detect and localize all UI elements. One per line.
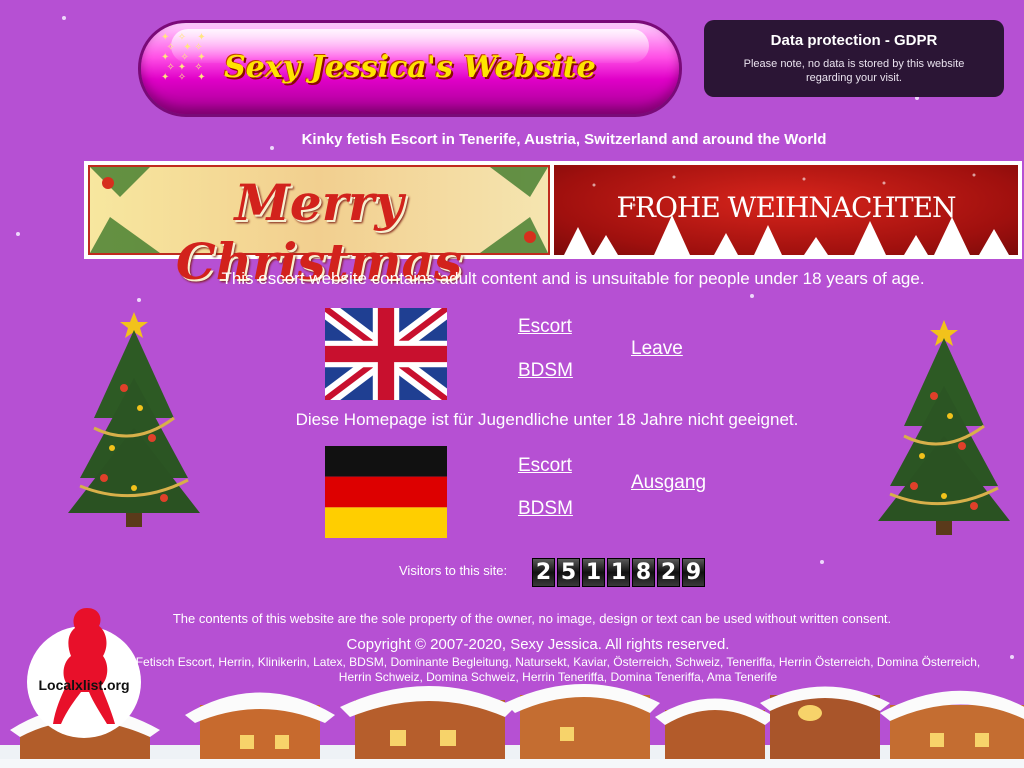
gdpr-notice: Data protection - GDPR Please note, no d…: [704, 20, 1004, 97]
leave-link-english[interactable]: Leave: [631, 338, 683, 360]
visitors-label: Visitors to this site:: [399, 563, 508, 578]
tagline: Kinky fetish Escort in Tenerife, Austria…: [301, 131, 827, 148]
counter-digit: 1: [607, 558, 630, 587]
localxlist-logo[interactable]: Localxlist.org: [27, 606, 142, 738]
age-warning-english: This escort website contains adult conte…: [221, 269, 925, 288]
christmas-banner: Merry Christmas FROHE WEIHNACHTEN: [84, 161, 1022, 291]
merry-christmas-panel: Merry Christmas: [88, 165, 550, 291]
bdsm-link-english[interactable]: BDSM: [518, 360, 573, 382]
counter-digit: 2: [657, 558, 680, 587]
leave-link-german[interactable]: Ausgang: [631, 472, 706, 494]
bdsm-link-german[interactable]: BDSM: [518, 498, 573, 520]
counter-digit: 8: [632, 558, 655, 587]
snowy-village-decoration: [0, 684, 1024, 768]
christmas-tree-right-icon: [878, 320, 1010, 535]
visitor-counter: 2 5 1 1 8 2 9: [532, 558, 705, 587]
counter-digit: 9: [682, 558, 705, 587]
copyright-line: Copyright © 2007-2020, Sexy Jessica. All…: [346, 636, 730, 653]
counter-digit: 2: [532, 558, 555, 587]
gdpr-title: Data protection - GDPR: [770, 32, 938, 49]
logo-text: Localxlist.org: [38, 677, 130, 693]
woman-silhouette-icon: [53, 608, 115, 724]
counter-digit: 1: [582, 558, 605, 587]
counter-digit: 5: [557, 558, 580, 587]
site-title: Sexy Jessica's Website: [224, 50, 596, 85]
escort-link-english[interactable]: Escort: [518, 316, 572, 338]
age-warning-german: Diese Homepage ist für Jugendliche unter…: [295, 410, 799, 429]
german-flag-icon[interactable]: [325, 446, 447, 538]
copyright-notice: The contents of this website are the sol…: [172, 611, 892, 626]
site-title-banner: ✦ ✧ ✦ ✧ ✦ ✧ ✦ ✧ ✦ ✧ ✦ ✧ ✦ ✧ ✦ Sexy Jessica…: [138, 20, 682, 117]
escort-link-german[interactable]: Escort: [518, 455, 572, 477]
uk-flag-icon[interactable]: [325, 308, 447, 400]
snowy-trees-icon: [564, 173, 1009, 255]
frohe-weihnachten-panel: FROHE WEIHNACHTEN: [554, 165, 1018, 255]
gdpr-text: Please note, no data is stored by this w…: [743, 58, 965, 84]
